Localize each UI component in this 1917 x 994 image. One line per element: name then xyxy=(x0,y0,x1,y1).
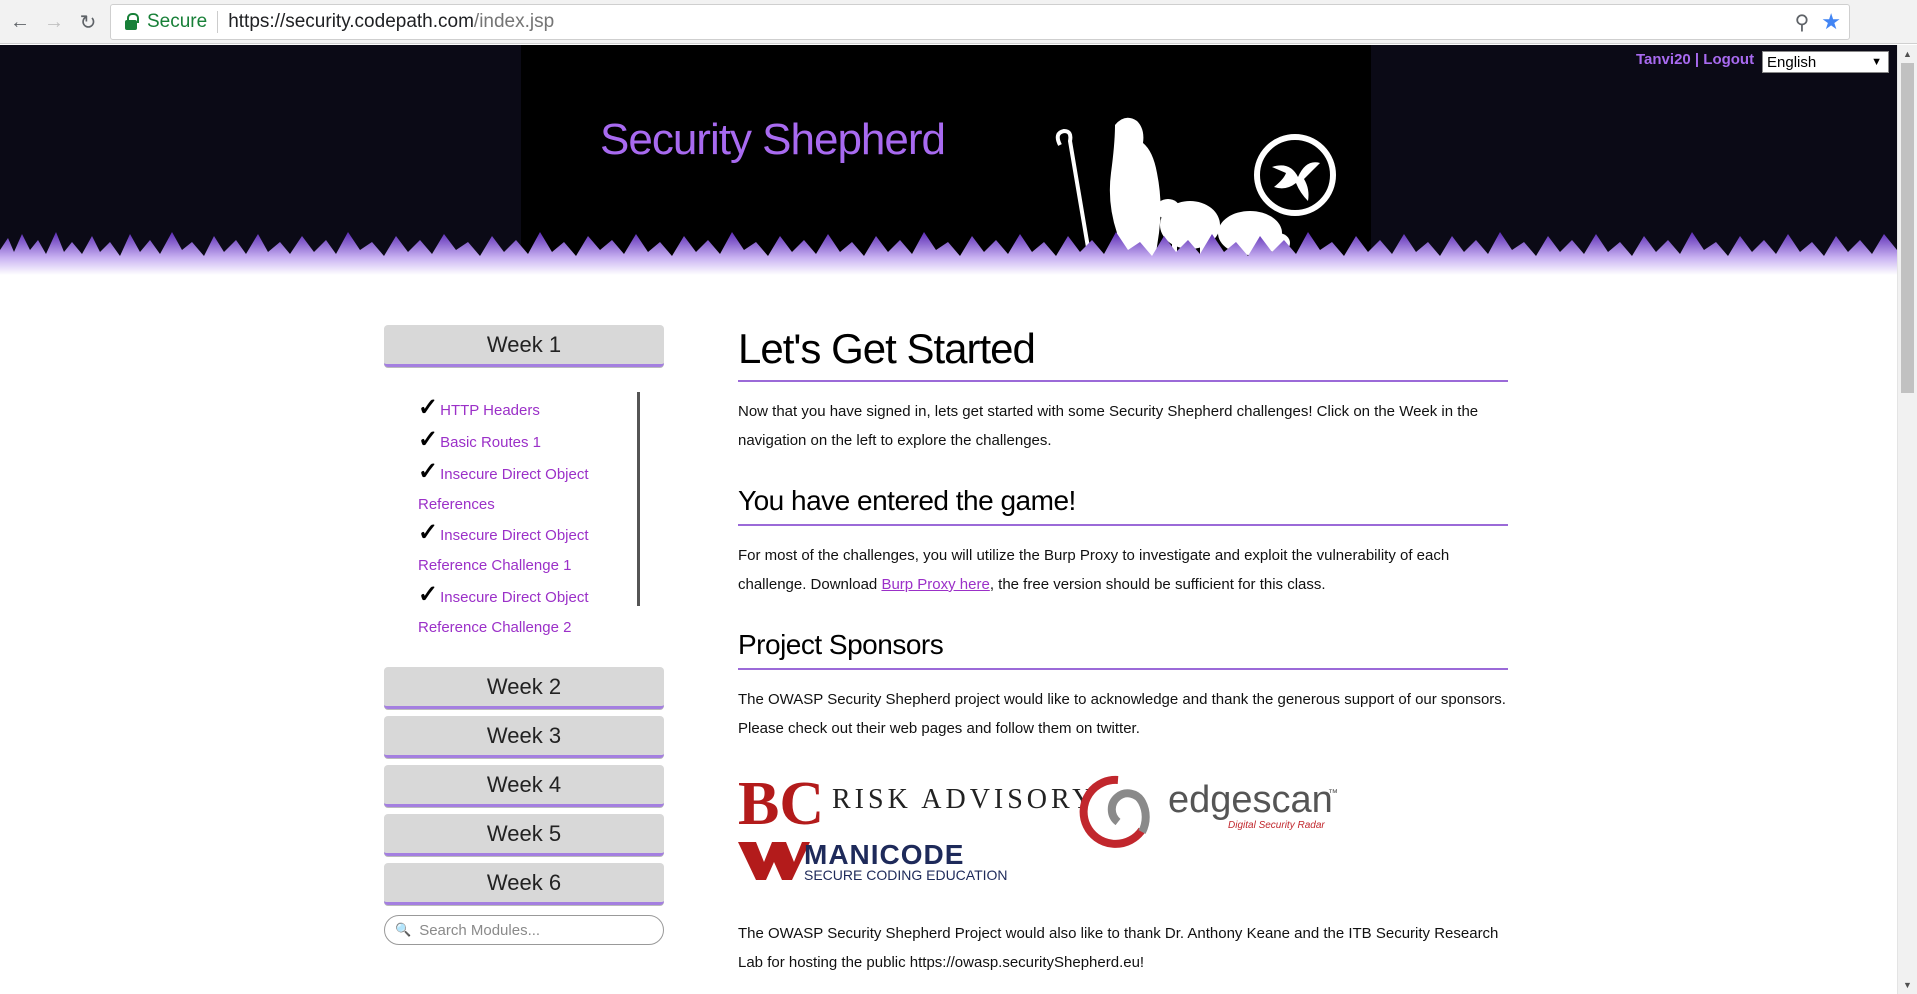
scroll-up-icon[interactable]: ▲ xyxy=(1903,49,1912,59)
risk-advisory-text: RISK ADVISORY xyxy=(832,784,1096,815)
bc-logo-text: BC xyxy=(738,772,824,838)
browser-toolbar: ← → ↻ Secure https://security.codepath.c… xyxy=(0,0,1917,44)
week-3-button[interactable]: Week 3 xyxy=(384,716,664,758)
user-logout-link[interactable]: Tanvi20 | Logout xyxy=(1636,51,1754,68)
divider xyxy=(738,524,1508,526)
module-search[interactable]: 🔍 xyxy=(384,915,664,945)
module-item[interactable]: ✓ Insecure Direct Object Reference Challe… xyxy=(418,518,628,581)
module-label-cont: Reference Challenge 2 xyxy=(418,619,572,636)
bookmark-star-icon[interactable]: ★ xyxy=(1821,9,1841,35)
module-item[interactable]: ✓ HTTP Headers xyxy=(418,393,618,426)
back-icon[interactable]: ← xyxy=(6,8,34,36)
search-input[interactable] xyxy=(419,921,650,939)
search-icon: 🔍 xyxy=(395,922,412,937)
week-6-button[interactable]: Week 6 xyxy=(384,863,664,905)
divider xyxy=(738,380,1508,382)
divider xyxy=(217,11,219,33)
divider xyxy=(738,668,1508,670)
module-item[interactable]: ✓ Basic Routes 1 xyxy=(418,425,618,458)
check-icon: ✓ xyxy=(418,426,439,453)
scroll-thumb[interactable] xyxy=(1901,63,1914,393)
check-icon: ✓ xyxy=(418,581,439,608)
week-4-button[interactable]: Week 4 xyxy=(384,765,664,807)
thanks-text: The OWASP Security Shepherd Project woul… xyxy=(738,925,1499,971)
week-1-button[interactable]: Week 1 xyxy=(384,325,664,367)
edgescan-text: edgescan xyxy=(1168,779,1333,821)
edgescan-logo[interactable]: edgescan ™ Digital Security Radar xyxy=(1079,775,1338,848)
edgescan-trademark: ™ xyxy=(1328,788,1338,799)
lock-icon xyxy=(125,12,139,30)
check-icon: ✓ xyxy=(418,394,439,421)
edgescan-tagline: Digital Security Radar xyxy=(1228,820,1325,831)
page-title: Let's Get Started xyxy=(738,325,1036,372)
module-label: Basic Routes 1 xyxy=(440,434,541,451)
week-2-button[interactable]: Week 2 xyxy=(384,667,664,709)
module-list-scrollbar[interactable] xyxy=(637,392,640,606)
game-heading: You have entered the game! xyxy=(738,485,1076,516)
manicode-logo[interactable]: MANICODE SECURE CODING EDUCATION xyxy=(738,839,1008,882)
zoom-icon[interactable]: ⚲ xyxy=(1795,10,1810,35)
page-scrollbar[interactable]: ▲ ▼ xyxy=(1897,45,1917,994)
week-1-module-list: ✓ HTTP Headers ✓ Basic Routes 1 ✓ Insecure … xyxy=(384,385,644,650)
module-label-cont: References xyxy=(418,496,495,513)
game-text-part: , the free version should be sufficient … xyxy=(989,576,1326,593)
module-label: Insecure Direct Object xyxy=(440,466,589,483)
language-value: English xyxy=(1767,53,1817,71)
risk-advisory-logo[interactable]: RISK ADVISORY xyxy=(832,784,1096,815)
intro-text: Now that you have signed in, lets get st… xyxy=(738,403,1479,449)
module-item[interactable]: ✓ Insecure Direct Object References xyxy=(418,457,628,520)
week-5-button[interactable]: Week 5 xyxy=(384,814,664,856)
url-path: /index.jsp xyxy=(473,11,555,32)
manicode-tagline: SECURE CODING EDUCATION xyxy=(804,867,1008,882)
burp-proxy-link[interactable]: Burp Proxy here xyxy=(881,576,989,593)
module-label: Insecure Direct Object xyxy=(440,527,589,544)
language-select[interactable]: English ▼ xyxy=(1762,51,1889,73)
manicode-text: MANICODE xyxy=(804,839,964,870)
secure-label: Secure xyxy=(147,11,208,32)
game-text: For most of the challenges, you will uti… xyxy=(738,541,1508,599)
check-icon: ✓ xyxy=(418,519,439,546)
module-label: Insecure Direct Object xyxy=(440,589,589,606)
module-item[interactable]: ✓ Insecure Direct Object Reference Challe… xyxy=(418,580,628,643)
reload-icon[interactable]: ↻ xyxy=(74,8,102,36)
module-label: HTTP Headers xyxy=(440,402,540,419)
url-host: https://security.codepath.com xyxy=(228,11,474,32)
site-title: Security Shepherd xyxy=(600,115,946,164)
forward-icon[interactable]: → xyxy=(40,8,68,36)
module-label-cont: Reference Challenge 1 xyxy=(418,557,572,574)
scroll-down-icon[interactable]: ▼ xyxy=(1903,980,1912,990)
check-icon: ✓ xyxy=(418,458,439,485)
grass-decoration-icon xyxy=(0,232,1897,275)
address-bar[interactable]: Secure https://security.codepath.com/ind… xyxy=(110,4,1850,40)
sponsor-logos: BC RISK ADVISORY edgescan ™ Digital Secu… xyxy=(738,772,1338,882)
chevron-down-icon: ▼ xyxy=(1871,56,1882,68)
sponsors-heading: Project Sponsors xyxy=(738,629,944,660)
sponsors-text: The OWASP Security Shepherd project woul… xyxy=(738,691,1506,737)
bc-logo[interactable]: BC xyxy=(738,772,824,838)
site-header: Security Shepherd Tanvi20 | Logout Engli xyxy=(0,45,1897,275)
